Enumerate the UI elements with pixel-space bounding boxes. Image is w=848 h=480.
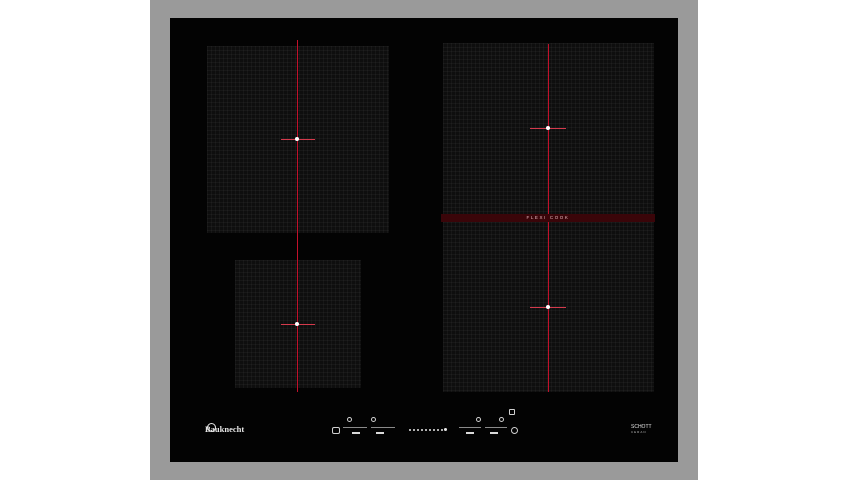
right-zone-indicator-1 xyxy=(476,417,481,422)
right-zone-select-1[interactable] xyxy=(466,432,474,434)
zone-top-left-center-dot xyxy=(295,137,299,141)
slider-step xyxy=(409,429,411,431)
slider-step xyxy=(433,429,435,431)
left-zone-indicator-1 xyxy=(347,417,352,422)
right-zone-indicator-2 xyxy=(499,417,504,422)
brand-logo: Bauknecht xyxy=(205,424,245,434)
zone-flexi-bottom-center-dot xyxy=(546,305,550,309)
slider-step xyxy=(421,429,423,431)
left-zone-select-2[interactable] xyxy=(376,432,384,434)
slider-step xyxy=(441,429,443,431)
glass-brand-sub: CERAN xyxy=(631,430,647,434)
zone-left-vertical-line xyxy=(297,40,298,392)
flexi-cook-label: FLEXI COOK xyxy=(526,215,570,220)
zone-flexi-top-center-dot xyxy=(546,126,550,130)
slider-step xyxy=(444,428,447,431)
left-zone-select-1[interactable] xyxy=(352,432,360,434)
left-zone-indicator-2 xyxy=(371,417,376,422)
slider-step xyxy=(425,429,427,431)
left-zone-dash-1 xyxy=(343,427,367,428)
left-zone-dash-2 xyxy=(371,427,395,428)
zone-bottom-left-center-dot xyxy=(295,322,299,326)
slider-step xyxy=(429,429,431,431)
slider-step xyxy=(413,429,415,431)
slider-step xyxy=(417,429,419,431)
right-zone-select-2[interactable] xyxy=(490,432,498,434)
slider-step xyxy=(437,429,439,431)
power-slider[interactable] xyxy=(409,428,447,432)
power-left-icon[interactable] xyxy=(332,427,340,434)
power-button-icon[interactable] xyxy=(511,427,518,434)
right-zone-dash-1 xyxy=(459,427,481,428)
right-zone-dash-2 xyxy=(485,427,507,428)
lock-icon[interactable] xyxy=(509,409,515,415)
